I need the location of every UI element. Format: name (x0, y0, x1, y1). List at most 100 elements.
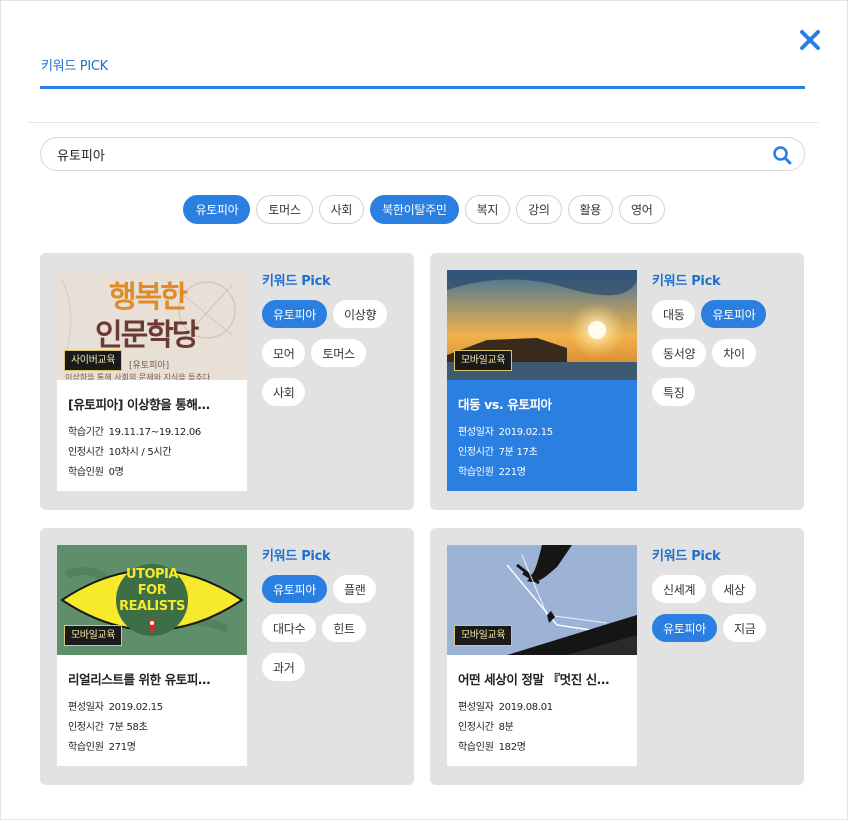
keyword-chip[interactable]: 사회 (318, 195, 365, 224)
card-keyword-list: 유토피아 플랜 대다수 힌트 과거 (262, 575, 402, 681)
course-meta-row: 인정시간 7분 17초 (458, 443, 627, 463)
close-button[interactable] (796, 26, 824, 54)
meta-label: 학습인원 (68, 467, 104, 478)
course-type-badge: 사이버교육 (64, 350, 123, 371)
course-type-badge: 모바일교육 (64, 625, 123, 646)
card-keyword-list: 대동 유토피아 동서양 차이 특징 (652, 300, 792, 406)
meta-label: 학습인원 (458, 467, 494, 478)
card-keyword-chip[interactable]: 세상 (712, 575, 756, 603)
course-meta-row: 학습인원 221명 (458, 463, 627, 483)
search-input[interactable] (57, 138, 757, 170)
keyword-filter-bar: 유토피아 토머스 사회 북한이탈주민 복지 강의 활용 영어 (0, 195, 848, 224)
course-card: 모바일교육 어떤 세상이 정말 『멋진 신… 편성일자 2019.08.01 인정… (430, 528, 804, 785)
course-meta-row: 인정시간 10차시 / 5시간 (68, 443, 237, 463)
course-info: 어떤 세상이 정말 『멋진 신… 편성일자 2019.08.01 인정시간 8분 학… (447, 655, 637, 766)
keyword-chip[interactable]: 강의 (516, 195, 562, 224)
keyword-chip[interactable]: 활용 (567, 195, 614, 224)
thumb-tag: [유토피아] (129, 361, 170, 371)
card-keyword-chip[interactable]: 플랜 (332, 575, 377, 603)
keyword-chip[interactable]: 복지 (464, 195, 511, 224)
card-keyword-title: 키워드 Pick (262, 549, 331, 564)
card-keyword-chip[interactable]: 과거 (262, 653, 306, 681)
meta-value: 8분 (498, 722, 514, 733)
keyword-chip[interactable]: 영어 (619, 195, 665, 224)
search-box (40, 137, 805, 171)
card-keyword-chip[interactable]: 유토피아 (262, 300, 327, 328)
page-title: 키워드 PICK (41, 59, 108, 74)
header-underline (40, 86, 805, 89)
meta-value: 19.11.17~19.12.06 (108, 427, 202, 438)
meta-value: 2019.02.15 (498, 427, 554, 438)
course-meta-row: 편성일자 2019.02.15 (68, 698, 237, 718)
card-keyword-panel: 키워드 Pick 대동 유토피아 동서양 차이 특징 (652, 270, 792, 406)
keyword-chip[interactable]: 유토피아 (183, 195, 251, 224)
card-keyword-panel: 키워드 Pick 유토피아 이상향 모어 토머스 사회 (262, 270, 402, 406)
meta-value: 182명 (498, 742, 526, 753)
card-keyword-chip[interactable]: 특징 (652, 378, 696, 406)
thumb-subtext: 이상향을 통해 사회의 문제와 지식을 돌추다 (65, 373, 211, 380)
course-meta-row: 학습인원 271명 (68, 738, 237, 758)
course-info: 대동 vs. 유토피아 편성일자 2019.02.15 인정시간 7분 17초 학습… (447, 380, 637, 491)
thumb-headline: FOR (137, 583, 167, 598)
card-keyword-chip[interactable]: 이상향 (332, 300, 388, 328)
meta-value: 0명 (108, 467, 124, 478)
course-card: UTOPIA FOR REALISTS 모바일교육 리얼리스트를 위한 유토피…… (40, 528, 414, 785)
meta-label: 인정시간 (68, 447, 104, 458)
meta-value: 221명 (498, 467, 526, 478)
course-thumbnail-card[interactable]: 모바일교육 어떤 세상이 정말 『멋진 신… 편성일자 2019.08.01 인정… (447, 545, 637, 766)
card-keyword-chip[interactable]: 유토피아 (701, 300, 767, 328)
card-keyword-title: 키워드 Pick (262, 274, 331, 289)
course-title: 리얼리스트를 위한 유토피… (68, 672, 211, 687)
meta-value: 10차시 / 5시간 (108, 447, 172, 458)
meta-value: 271명 (108, 742, 136, 753)
divider (28, 122, 818, 123)
thumb-headline: 인문학당 (95, 318, 199, 353)
course-thumbnail-card[interactable]: 행복한 인문학당 [유토피아] 이상향을 통해 사회의 문제와 지식을 돌추다 … (57, 270, 247, 491)
card-keyword-chip[interactable]: 사회 (262, 378, 306, 406)
thumb-headline: REALISTS (119, 599, 185, 614)
course-type-badge: 모바일교육 (454, 350, 513, 371)
close-icon (800, 30, 820, 50)
card-keyword-chip[interactable]: 동서양 (652, 339, 707, 367)
course-thumbnail-card[interactable]: UTOPIA FOR REALISTS 모바일교육 리얼리스트를 위한 유토피…… (57, 545, 247, 766)
course-type-badge: 모바일교육 (454, 625, 513, 646)
card-keyword-chip[interactable]: 차이 (712, 339, 756, 367)
course-meta-row: 학습인원 182명 (458, 738, 627, 758)
card-keyword-chip[interactable]: 토머스 (311, 339, 366, 367)
course-meta-row: 편성일자 2019.08.01 (458, 698, 627, 718)
meta-label: 학습인원 (458, 742, 494, 753)
card-keyword-panel: 키워드 Pick 유토피아 플랜 대다수 힌트 과거 (262, 545, 402, 681)
meta-label: 편성일자 (68, 702, 104, 713)
card-keyword-list: 유토피아 이상향 모어 토머스 사회 (262, 300, 402, 406)
card-keyword-chip[interactable]: 지금 (722, 614, 767, 642)
card-keyword-chip[interactable]: 신세계 (652, 575, 707, 603)
course-meta-row: 학습인원 0명 (68, 463, 237, 483)
meta-label: 인정시간 (68, 722, 104, 733)
thumb-headline: UTOPIA (126, 567, 178, 582)
card-keyword-chip[interactable]: 대동 (652, 300, 696, 328)
card-keyword-title: 키워드 Pick (652, 549, 721, 564)
course-title: [유토피아] 이상향을 통해… (68, 397, 210, 412)
meta-label: 학습기간 (68, 427, 104, 438)
course-title: 어떤 세상이 정말 『멋진 신… (458, 672, 610, 687)
course-card: 행복한 인문학당 [유토피아] 이상향을 통해 사회의 문제와 지식을 돌추다 … (40, 253, 414, 510)
keyword-chip[interactable]: 북한이탈주민 (370, 195, 459, 224)
card-keyword-list: 신세계 세상 유토피아 지금 (652, 575, 792, 642)
card-keyword-chip[interactable]: 힌트 (322, 614, 366, 642)
course-thumbnail-card[interactable]: 모바일교육 대동 vs. 유토피아 편성일자 2019.02.15 인정시간 7분 … (447, 270, 637, 491)
search-icon[interactable] (772, 145, 792, 165)
course-title: 대동 vs. 유토피아 (458, 397, 552, 412)
meta-label: 학습인원 (68, 742, 104, 753)
meta-value: 2019.02.15 (108, 702, 164, 713)
keyword-chip[interactable]: 토머스 (256, 195, 313, 224)
meta-value: 7분 17초 (498, 447, 538, 458)
meta-value: 2019.08.01 (498, 702, 554, 713)
course-info: 리얼리스트를 위한 유토피… 편성일자 2019.02.15 인정시간 7분 58초… (57, 655, 247, 766)
course-info: [유토피아] 이상향을 통해… 학습기간 19.11.17~19.12.06 인정… (57, 380, 247, 491)
meta-label: 편성일자 (458, 427, 494, 438)
card-keyword-chip[interactable]: 유토피아 (652, 614, 717, 642)
card-keyword-chip[interactable]: 대다수 (262, 614, 317, 642)
card-keyword-chip[interactable]: 모어 (262, 339, 306, 367)
course-meta-row: 편성일자 2019.02.15 (458, 423, 627, 443)
card-keyword-chip[interactable]: 유토피아 (262, 575, 327, 603)
